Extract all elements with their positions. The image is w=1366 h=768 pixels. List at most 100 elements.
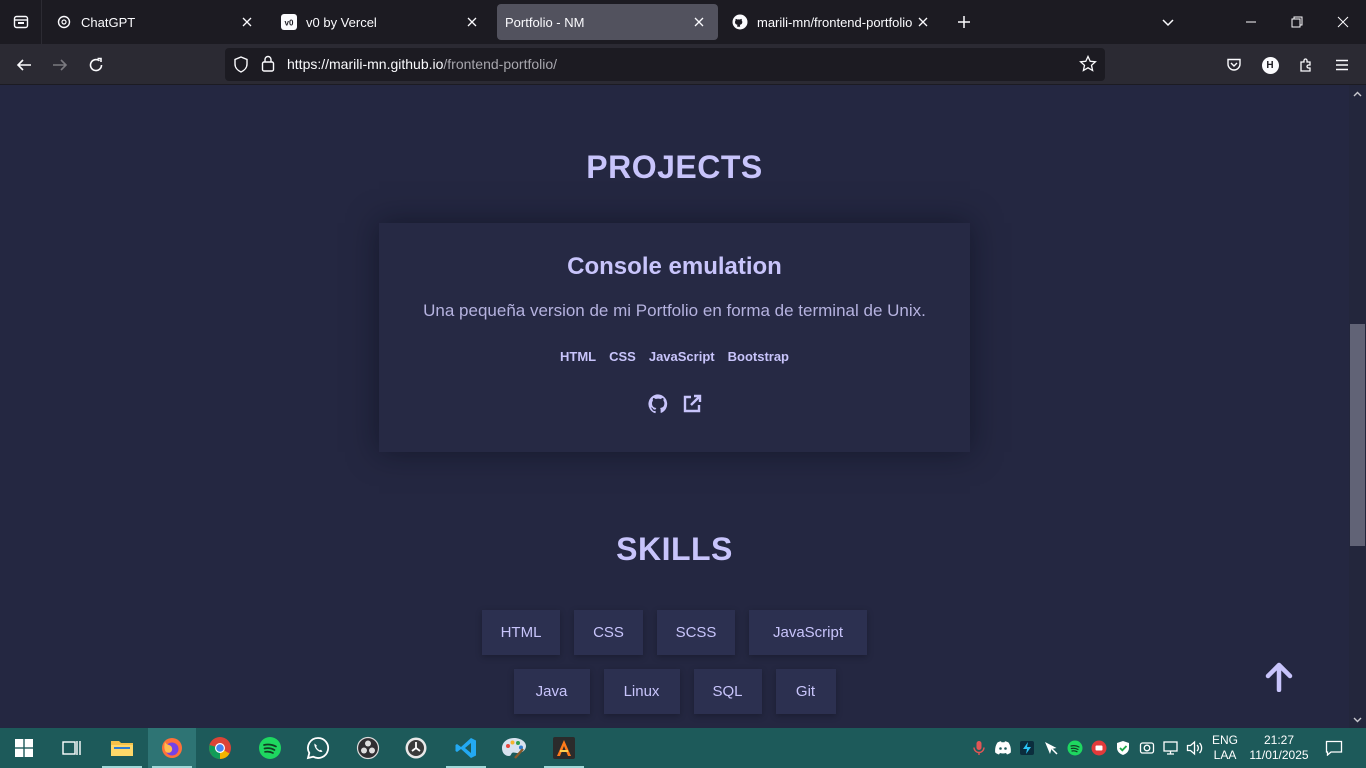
skill-badge: CSS [574, 610, 643, 655]
skills-heading: SKILLS [616, 531, 733, 567]
clock-time: 21:27 [1263, 733, 1295, 747]
arrow-right-icon [53, 59, 68, 71]
github-icon [732, 14, 748, 30]
network-tray-icon[interactable] [1162, 739, 1180, 757]
project-tag: HTML [560, 349, 597, 364]
anydesk-tray-icon[interactable] [1090, 739, 1108, 757]
file-explorer-icon [111, 741, 133, 756]
terminal-app-icon [553, 737, 575, 759]
avatar: H [1261, 56, 1279, 74]
reload-button[interactable] [81, 50, 111, 80]
external-link-icon[interactable] [681, 393, 703, 415]
volume-tray-icon[interactable] [1186, 739, 1204, 757]
shield-icon[interactable] [233, 56, 249, 78]
spotify-taskbar-button[interactable] [246, 728, 294, 768]
input-language[interactable]: ENG LAA [1210, 733, 1240, 763]
minimize-icon [1246, 21, 1256, 23]
microphone-tray-icon[interactable] [970, 739, 988, 757]
svg-text:v0: v0 [285, 19, 294, 28]
account-button[interactable]: H [1255, 50, 1285, 80]
paint-taskbar-button[interactable] [490, 728, 538, 768]
obs-taskbar-button[interactable] [344, 728, 392, 768]
restore-icon [1291, 16, 1303, 28]
tab-title: Portfolio - NM [505, 14, 585, 30]
skill-badge: JavaScript [749, 610, 867, 655]
obs-icon [356, 736, 380, 760]
navigation-toolbar: https://marili-mn.github.io/frontend-por… [0, 44, 1366, 85]
tab-chatgpt[interactable]: ChatGPT [46, 4, 266, 40]
skill-badge: SCSS [657, 610, 735, 655]
project-description: Una pequeña version de mi Portfolio en f… [423, 301, 926, 320]
scroll-down-icon[interactable] [1349, 711, 1366, 728]
skills-row: Java Linux SQL Git [0, 669, 1349, 714]
puzzle-icon [1300, 58, 1311, 72]
tab-bar: ChatGPT v0 v0 by Vercel Portfolio - NM m… [0, 0, 1366, 44]
clock-date: 11/01/2025 [1249, 748, 1309, 762]
task-view-icon [62, 741, 81, 755]
file-explorer-button[interactable] [98, 728, 146, 768]
close-icon [1337, 16, 1349, 28]
vscode-taskbar-button[interactable] [442, 728, 490, 768]
whatsapp-taskbar-button[interactable] [294, 728, 342, 768]
extensions-button[interactable] [1291, 50, 1321, 80]
skills-row: HTML CSS SCSS JavaScript [0, 610, 1349, 655]
list-all-tabs-button[interactable] [1156, 10, 1180, 34]
task-view-button[interactable] [48, 728, 96, 768]
spotify-icon [259, 737, 281, 759]
tab-github[interactable]: marili-mn/frontend-portfolio [722, 4, 942, 40]
close-tab-icon[interactable] [690, 13, 708, 31]
scroll-to-top-button[interactable] [1263, 659, 1295, 695]
project-links [379, 393, 970, 415]
pocket-icon [1227, 58, 1241, 71]
forward-button[interactable] [45, 50, 75, 80]
tab-title: marili-mn/frontend-portfolio [757, 14, 913, 30]
close-window-button[interactable] [1320, 0, 1366, 44]
discord-tray-icon[interactable] [994, 739, 1012, 757]
minimize-button[interactable] [1228, 0, 1274, 44]
github-icon[interactable] [647, 393, 669, 415]
clock[interactable]: 21:27 11/01/2025 [1244, 733, 1314, 763]
scroll-thumb[interactable] [1350, 324, 1365, 546]
back-button[interactable] [9, 50, 39, 80]
pocket-button[interactable] [1219, 50, 1249, 80]
skill-badge: Java [513, 669, 590, 714]
chevron-down-icon [1162, 19, 1174, 27]
tab-portfolio[interactable]: Portfolio - NM [497, 4, 718, 40]
paint-icon [502, 738, 526, 759]
close-tab-icon[interactable] [914, 13, 932, 31]
url-text[interactable]: https://marili-mn.github.io/frontend-por… [287, 56, 557, 72]
bookmark-star-icon[interactable] [1079, 54, 1097, 78]
project-tags: HTML CSS JavaScript Bootstrap [379, 349, 970, 364]
notifications-icon[interactable] [1324, 739, 1344, 757]
whatsapp-icon [306, 737, 330, 760]
skill-badge: HTML [482, 610, 560, 655]
clock-app-icon [405, 737, 427, 759]
security-tray-icon[interactable] [1114, 739, 1132, 757]
project-tag: JavaScript [648, 349, 715, 364]
lock-icon[interactable] [261, 55, 275, 77]
app-menu-button[interactable] [1327, 50, 1357, 80]
hamburger-menu-icon [1336, 59, 1348, 71]
spotify-tray-icon[interactable] [1066, 739, 1084, 757]
close-tab-icon[interactable] [238, 13, 256, 31]
app-tray-icon[interactable] [1018, 739, 1036, 757]
scroll-up-icon[interactable] [1349, 85, 1366, 102]
new-tab-button[interactable] [952, 10, 976, 34]
close-tab-icon[interactable] [463, 13, 481, 31]
address-bar[interactable]: https://marili-mn.github.io/frontend-por… [225, 48, 1105, 81]
project-title: Console emulation [567, 253, 782, 280]
camera-tray-icon[interactable] [1138, 739, 1156, 757]
firefox-taskbar-button[interactable] [148, 728, 196, 768]
chrome-icon [209, 737, 231, 759]
start-button[interactable] [0, 728, 48, 768]
v0-icon: v0 [281, 14, 297, 30]
page-scrollbar[interactable] [1349, 85, 1366, 728]
clock-app-taskbar-button[interactable] [392, 728, 440, 768]
chrome-taskbar-button[interactable] [196, 728, 244, 768]
cursor-tray-icon[interactable] [1042, 739, 1060, 757]
restore-button[interactable] [1274, 0, 1320, 44]
tab-v0[interactable]: v0 v0 by Vercel [271, 4, 491, 40]
plus-icon [958, 16, 970, 28]
terminal-app-taskbar-button[interactable] [540, 728, 588, 768]
firefox-view-button[interactable] [0, 0, 42, 44]
